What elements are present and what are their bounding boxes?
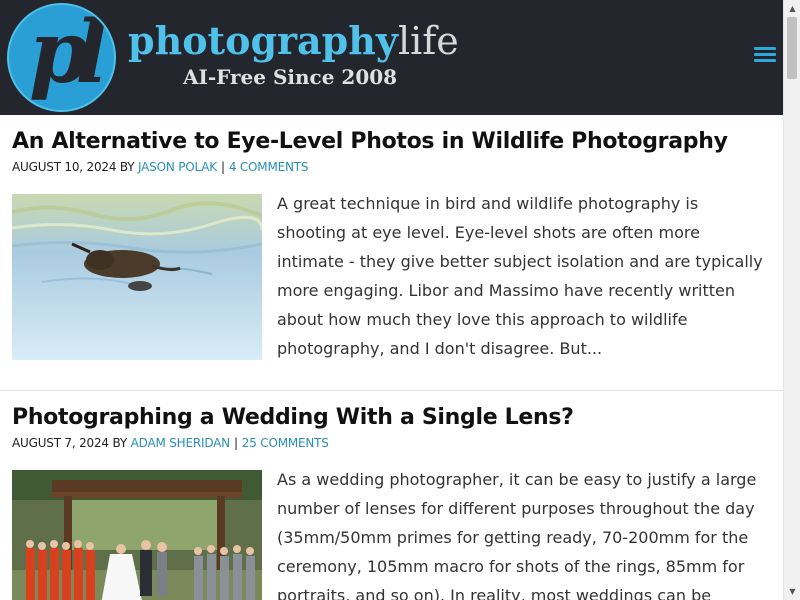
wedding-ceremony-image bbox=[12, 470, 262, 600]
brand-main-text: photography bbox=[128, 18, 398, 63]
article-date: AUGUST 10, 2024 bbox=[12, 160, 117, 174]
article-card: Photographing a Wedding With a Single Le… bbox=[0, 392, 783, 600]
article-by: BY bbox=[112, 436, 127, 450]
brand-suffix-text: life bbox=[397, 19, 459, 63]
article-author-link[interactable]: ADAM SHERIDAN bbox=[131, 436, 231, 450]
menu-bar bbox=[754, 59, 776, 62]
muskrat-swimming-image bbox=[12, 194, 262, 360]
article-card: An Alternative to Eye-Level Photos in Wi… bbox=[0, 115, 783, 391]
article-meta: AUGUST 7, 2024 BY ADAM SHERIDAN | 25 COMME… bbox=[12, 436, 329, 450]
meta-separator: | bbox=[220, 160, 225, 174]
triangle-up-icon[interactable]: ▲ bbox=[784, 0, 800, 17]
article-thumbnail-wedding[interactable] bbox=[12, 470, 262, 600]
article-excerpt: As a wedding photographer, it can be eas… bbox=[277, 470, 757, 600]
article-title[interactable]: An Alternative to Eye-Level Photos in Wi… bbox=[12, 129, 728, 154]
site-tagline: AI-Free Since 2008 bbox=[183, 65, 398, 89]
article-comments-link[interactable]: 25 COMMENTS bbox=[242, 436, 329, 450]
article-comments-link[interactable]: 4 COMMENTS bbox=[229, 160, 309, 174]
menu-bar bbox=[754, 53, 776, 56]
article-title[interactable]: Photographing a Wedding With a Single Le… bbox=[12, 405, 574, 430]
article-thumbnail-muskrat[interactable] bbox=[12, 194, 262, 360]
article-author-link[interactable]: JASON POLAK bbox=[138, 160, 217, 174]
article-by: BY bbox=[119, 160, 135, 174]
article-date: AUGUST 7, 2024 bbox=[12, 436, 109, 450]
site-logo[interactable]: pl bbox=[7, 3, 116, 112]
page-scrollbar[interactable]: ▲ ▼ bbox=[783, 0, 800, 600]
site-header: pl photographylife AI-Free Since 2008 bbox=[0, 0, 783, 115]
article-meta: AUGUST 10, 2024 BY JASON POLAK | 4 COMMENT… bbox=[12, 160, 309, 174]
article-excerpt: A great technique in bird and wildlife p… bbox=[277, 194, 763, 358]
meta-separator: | bbox=[233, 436, 238, 450]
triangle-down-icon[interactable]: ▼ bbox=[784, 583, 800, 600]
site-brand-name[interactable]: photographylife bbox=[128, 18, 459, 64]
menu-bar bbox=[754, 47, 776, 50]
scrollbar-thumb[interactable] bbox=[787, 17, 797, 79]
hamburger-menu-icon[interactable] bbox=[754, 45, 778, 65]
logo-monogram: pl bbox=[29, 3, 108, 103]
